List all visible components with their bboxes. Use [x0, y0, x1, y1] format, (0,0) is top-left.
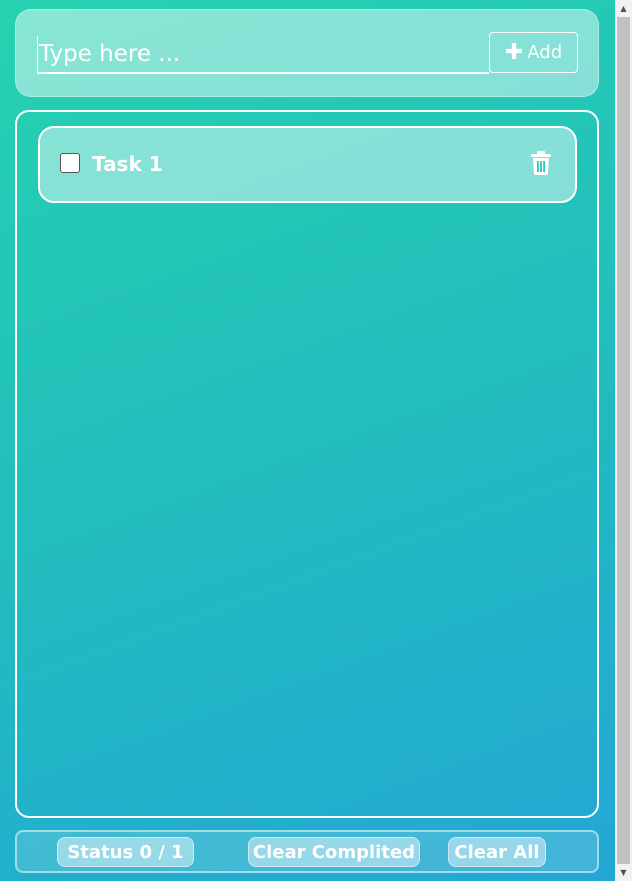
clear-all-button[interactable]: Clear All	[448, 837, 546, 867]
task-item: Task 1	[38, 126, 577, 203]
todo-app: ✚ Add Task 1 Status 0 / 1 Clear Complite…	[0, 0, 615, 881]
task-checkbox[interactable]	[60, 153, 80, 173]
task-label: Task 1	[92, 152, 163, 176]
task-list: Task 1	[15, 110, 599, 818]
plus-icon: ✚	[504, 39, 524, 65]
vertical-scrollbar[interactable]: ▲ ▼	[615, 0, 632, 881]
add-button[interactable]: ✚ Add	[489, 32, 578, 73]
task-input[interactable]	[37, 36, 489, 74]
scrollbar-thumb[interactable]	[617, 17, 630, 864]
clear-completed-button[interactable]: Clear Complited	[248, 837, 420, 867]
scroll-down-arrow-icon[interactable]: ▼	[615, 864, 632, 881]
trash-icon[interactable]	[530, 151, 552, 175]
new-task-card: ✚ Add	[15, 9, 599, 97]
add-button-label: Add	[527, 42, 563, 63]
status-badge: Status 0 / 1	[57, 837, 194, 867]
scroll-up-arrow-icon[interactable]: ▲	[615, 0, 632, 17]
footer-bar: Status 0 / 1 Clear Complited Clear All	[15, 830, 599, 873]
